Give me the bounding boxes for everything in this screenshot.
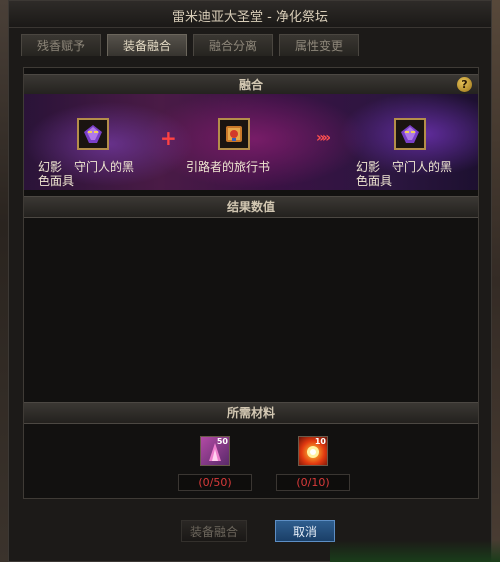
book-icon	[226, 126, 242, 142]
material-fire-orb-count: 10	[314, 437, 326, 446]
material-crystal-slot[interactable]: 50	[200, 436, 230, 466]
mask-icon	[401, 125, 419, 143]
material-fire-orb-qty: (0/10)	[276, 474, 350, 491]
result-item-slot[interactable]	[394, 118, 426, 150]
material-fire-orb-slot[interactable]: 10	[298, 436, 328, 466]
fusion-header: 融合 ?	[24, 74, 478, 96]
fusion-panel: 融合 ? 幻影 守门人的黑 色面具 + 引路者的旅行书 »» 幻影 守门人的黑 …	[23, 67, 479, 499]
title-bar[interactable]: 雷米迪亚大圣堂 - 净化祭坛	[9, 1, 491, 28]
catalyst-item-slot[interactable]	[218, 118, 250, 150]
material-crystal-count: 50	[216, 437, 228, 446]
tab-equipment-fusion[interactable]: 装备融合	[107, 34, 187, 56]
material-crystal-qty: (0/50)	[178, 474, 252, 491]
cancel-button[interactable]: 取消	[275, 520, 335, 542]
result-item-name-line1: 幻影 守门人的黑	[356, 160, 453, 174]
plus-icon: +	[160, 126, 177, 150]
tab-fusion-separation[interactable]: 融合分离	[193, 34, 273, 56]
equipment-fusion-window: 雷米迪亚大圣堂 - 净化祭坛 残香赋予 装备融合 融合分离 属性变更 融合 ? …	[8, 0, 492, 562]
tab-scent-grant[interactable]: 残香赋予	[21, 34, 101, 56]
fusion-banner: 幻影 守门人的黑 色面具 + 引路者的旅行书 »» 幻影 守门人的黑 色面具	[24, 94, 478, 190]
help-icon[interactable]: ?	[457, 77, 472, 92]
equipment-fusion-button[interactable]: 装备融合	[181, 520, 247, 542]
required-materials-header: 所需材料	[24, 402, 478, 424]
source-item-name-line2: 色面具	[38, 174, 75, 188]
result-item-name-line2: 色面具	[356, 174, 393, 188]
mask-icon	[84, 125, 102, 143]
background-bottom-edge	[330, 540, 500, 562]
window-title: 雷米迪亚大圣堂 - 净化祭坛	[172, 10, 328, 25]
source-item-name: 幻影 守门人的黑 色面具	[38, 160, 150, 188]
fusion-header-label: 融合	[238, 78, 263, 92]
source-item-name-line1: 幻影 守门人的黑	[38, 160, 135, 174]
catalyst-item-name: 引路者的旅行书	[186, 160, 271, 174]
source-item-slot[interactable]	[77, 118, 109, 150]
arrow-right-icon: »»	[316, 130, 331, 146]
result-item-name: 幻影 守门人的黑 色面具	[356, 160, 468, 188]
tab-attribute-change[interactable]: 属性变更	[279, 34, 359, 56]
result-values-header: 结果数值	[24, 196, 478, 218]
